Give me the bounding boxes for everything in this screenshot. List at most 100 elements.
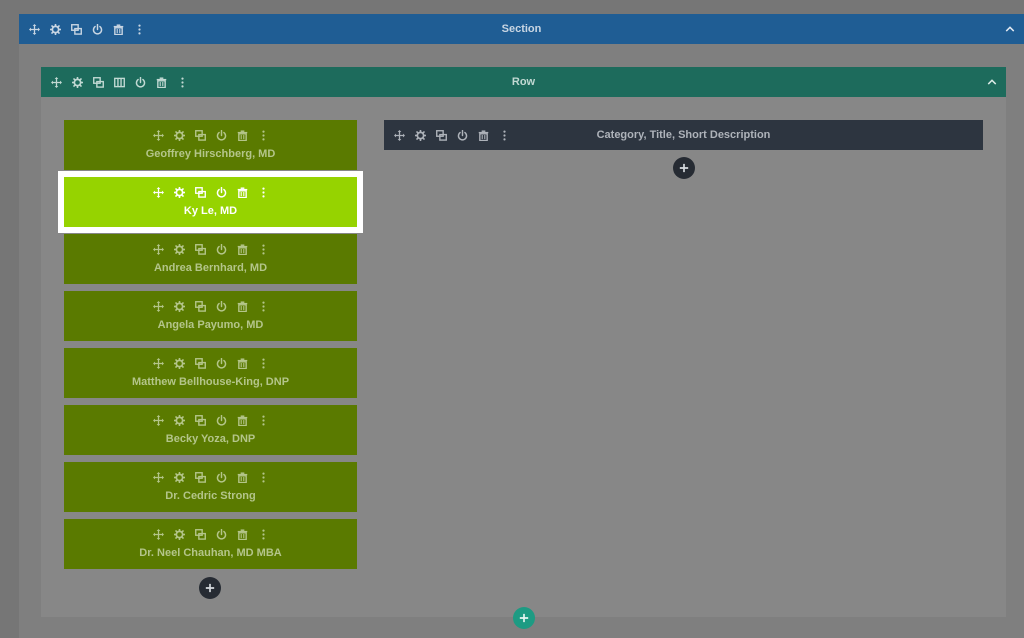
power-icon[interactable] <box>214 299 229 313</box>
more-icon[interactable] <box>256 128 271 142</box>
power-icon[interactable] <box>214 242 229 256</box>
gear-icon[interactable] <box>172 128 187 142</box>
columns-icon[interactable] <box>112 75 127 90</box>
section-title: Section <box>501 23 542 35</box>
gear-icon[interactable] <box>48 22 63 37</box>
trash-icon[interactable] <box>235 413 250 427</box>
duplicate-icon[interactable] <box>193 299 208 313</box>
power-icon[interactable] <box>133 75 148 90</box>
row-toolbar <box>49 67 190 97</box>
module-toolbar <box>64 413 357 427</box>
module-item[interactable]: Becky Yoza, DNP <box>64 405 357 455</box>
power-icon[interactable] <box>214 356 229 370</box>
module-label: Andrea Bernhard, MD <box>153 262 268 274</box>
gear-icon[interactable] <box>172 299 187 313</box>
power-icon[interactable] <box>214 470 229 484</box>
power-icon[interactable] <box>214 527 229 541</box>
trash-icon[interactable] <box>235 185 250 199</box>
power-icon[interactable] <box>214 185 229 199</box>
chevron-up-icon[interactable] <box>1002 21 1018 37</box>
trash-icon[interactable] <box>111 22 126 37</box>
module-label: Geoffrey Hirschberg, MD <box>145 148 276 160</box>
add-row-button[interactable] <box>513 607 535 629</box>
more-icon[interactable] <box>256 242 271 256</box>
more-icon[interactable] <box>256 527 271 541</box>
duplicate-icon[interactable] <box>193 242 208 256</box>
module-toolbar <box>64 242 357 256</box>
module-toolbar <box>64 527 357 541</box>
more-icon[interactable] <box>175 75 190 90</box>
module-toolbar <box>64 356 357 370</box>
add-module-button-right[interactable] <box>673 157 695 179</box>
move-icon[interactable] <box>151 185 166 199</box>
move-icon[interactable] <box>392 128 407 143</box>
move-icon[interactable] <box>27 22 42 37</box>
module-label: Matthew Bellhouse-King, DNP <box>131 376 290 388</box>
module-item[interactable]: Andrea Bernhard, MD <box>64 234 357 284</box>
more-icon[interactable] <box>497 128 512 143</box>
module-label: Dr. Neel Chauhan, MD MBA <box>139 547 282 559</box>
duplicate-icon[interactable] <box>193 356 208 370</box>
gear-icon[interactable] <box>172 356 187 370</box>
plus-icon <box>679 163 689 173</box>
gear-icon[interactable] <box>413 128 428 143</box>
module-item[interactable]: Dr. Neel Chauhan, MD MBA <box>64 519 357 569</box>
module-item[interactable]: Geoffrey Hirschberg, MD <box>64 120 357 170</box>
section-header[interactable]: Section <box>19 14 1024 44</box>
move-icon[interactable] <box>151 242 166 256</box>
duplicate-icon[interactable] <box>69 22 84 37</box>
section-toolbar <box>27 14 147 44</box>
gear-icon[interactable] <box>172 470 187 484</box>
trash-icon[interactable] <box>235 299 250 313</box>
gear-icon[interactable] <box>70 75 85 90</box>
row-header[interactable]: Row <box>41 67 1006 97</box>
trash-icon[interactable] <box>235 356 250 370</box>
move-icon[interactable] <box>151 413 166 427</box>
trash-icon[interactable] <box>476 128 491 143</box>
duplicate-icon[interactable] <box>434 128 449 143</box>
power-icon[interactable] <box>214 413 229 427</box>
more-icon[interactable] <box>256 299 271 313</box>
add-module-button-left[interactable] <box>199 577 221 599</box>
trash-icon[interactable] <box>235 527 250 541</box>
module-label: Dr. Cedric Strong <box>165 490 256 502</box>
module-item[interactable]: Ky Le, MD <box>58 171 363 233</box>
gear-icon[interactable] <box>172 413 187 427</box>
trash-icon[interactable] <box>235 128 250 142</box>
module-item[interactable]: Matthew Bellhouse-King, DNP <box>64 348 357 398</box>
gear-icon[interactable] <box>172 242 187 256</box>
module-category-title-description[interactable]: Category, Title, Short Description <box>384 120 983 150</box>
duplicate-icon[interactable] <box>193 413 208 427</box>
gear-icon[interactable] <box>172 185 187 199</box>
move-icon[interactable] <box>151 128 166 142</box>
trash-icon[interactable] <box>154 75 169 90</box>
move-icon[interactable] <box>151 470 166 484</box>
power-icon[interactable] <box>90 22 105 37</box>
module-toolbar <box>64 128 357 142</box>
more-icon[interactable] <box>132 22 147 37</box>
duplicate-icon[interactable] <box>193 128 208 142</box>
module-toolbar <box>64 470 357 484</box>
duplicate-icon[interactable] <box>193 185 208 199</box>
power-icon[interactable] <box>455 128 470 143</box>
module-item[interactable]: Dr. Cedric Strong <box>64 462 357 512</box>
chevron-up-icon[interactable] <box>984 74 1000 90</box>
power-icon[interactable] <box>214 128 229 142</box>
module-toolbar <box>64 185 357 199</box>
more-icon[interactable] <box>256 413 271 427</box>
module-toolbar <box>64 299 357 313</box>
duplicate-icon[interactable] <box>193 470 208 484</box>
trash-icon[interactable] <box>235 470 250 484</box>
move-icon[interactable] <box>151 299 166 313</box>
move-icon[interactable] <box>151 356 166 370</box>
move-icon[interactable] <box>151 527 166 541</box>
duplicate-icon[interactable] <box>91 75 106 90</box>
trash-icon[interactable] <box>235 242 250 256</box>
more-icon[interactable] <box>256 185 271 199</box>
duplicate-icon[interactable] <box>193 527 208 541</box>
move-icon[interactable] <box>49 75 64 90</box>
gear-icon[interactable] <box>172 527 187 541</box>
more-icon[interactable] <box>256 356 271 370</box>
more-icon[interactable] <box>256 470 271 484</box>
module-item[interactable]: Angela Payumo, MD <box>64 291 357 341</box>
